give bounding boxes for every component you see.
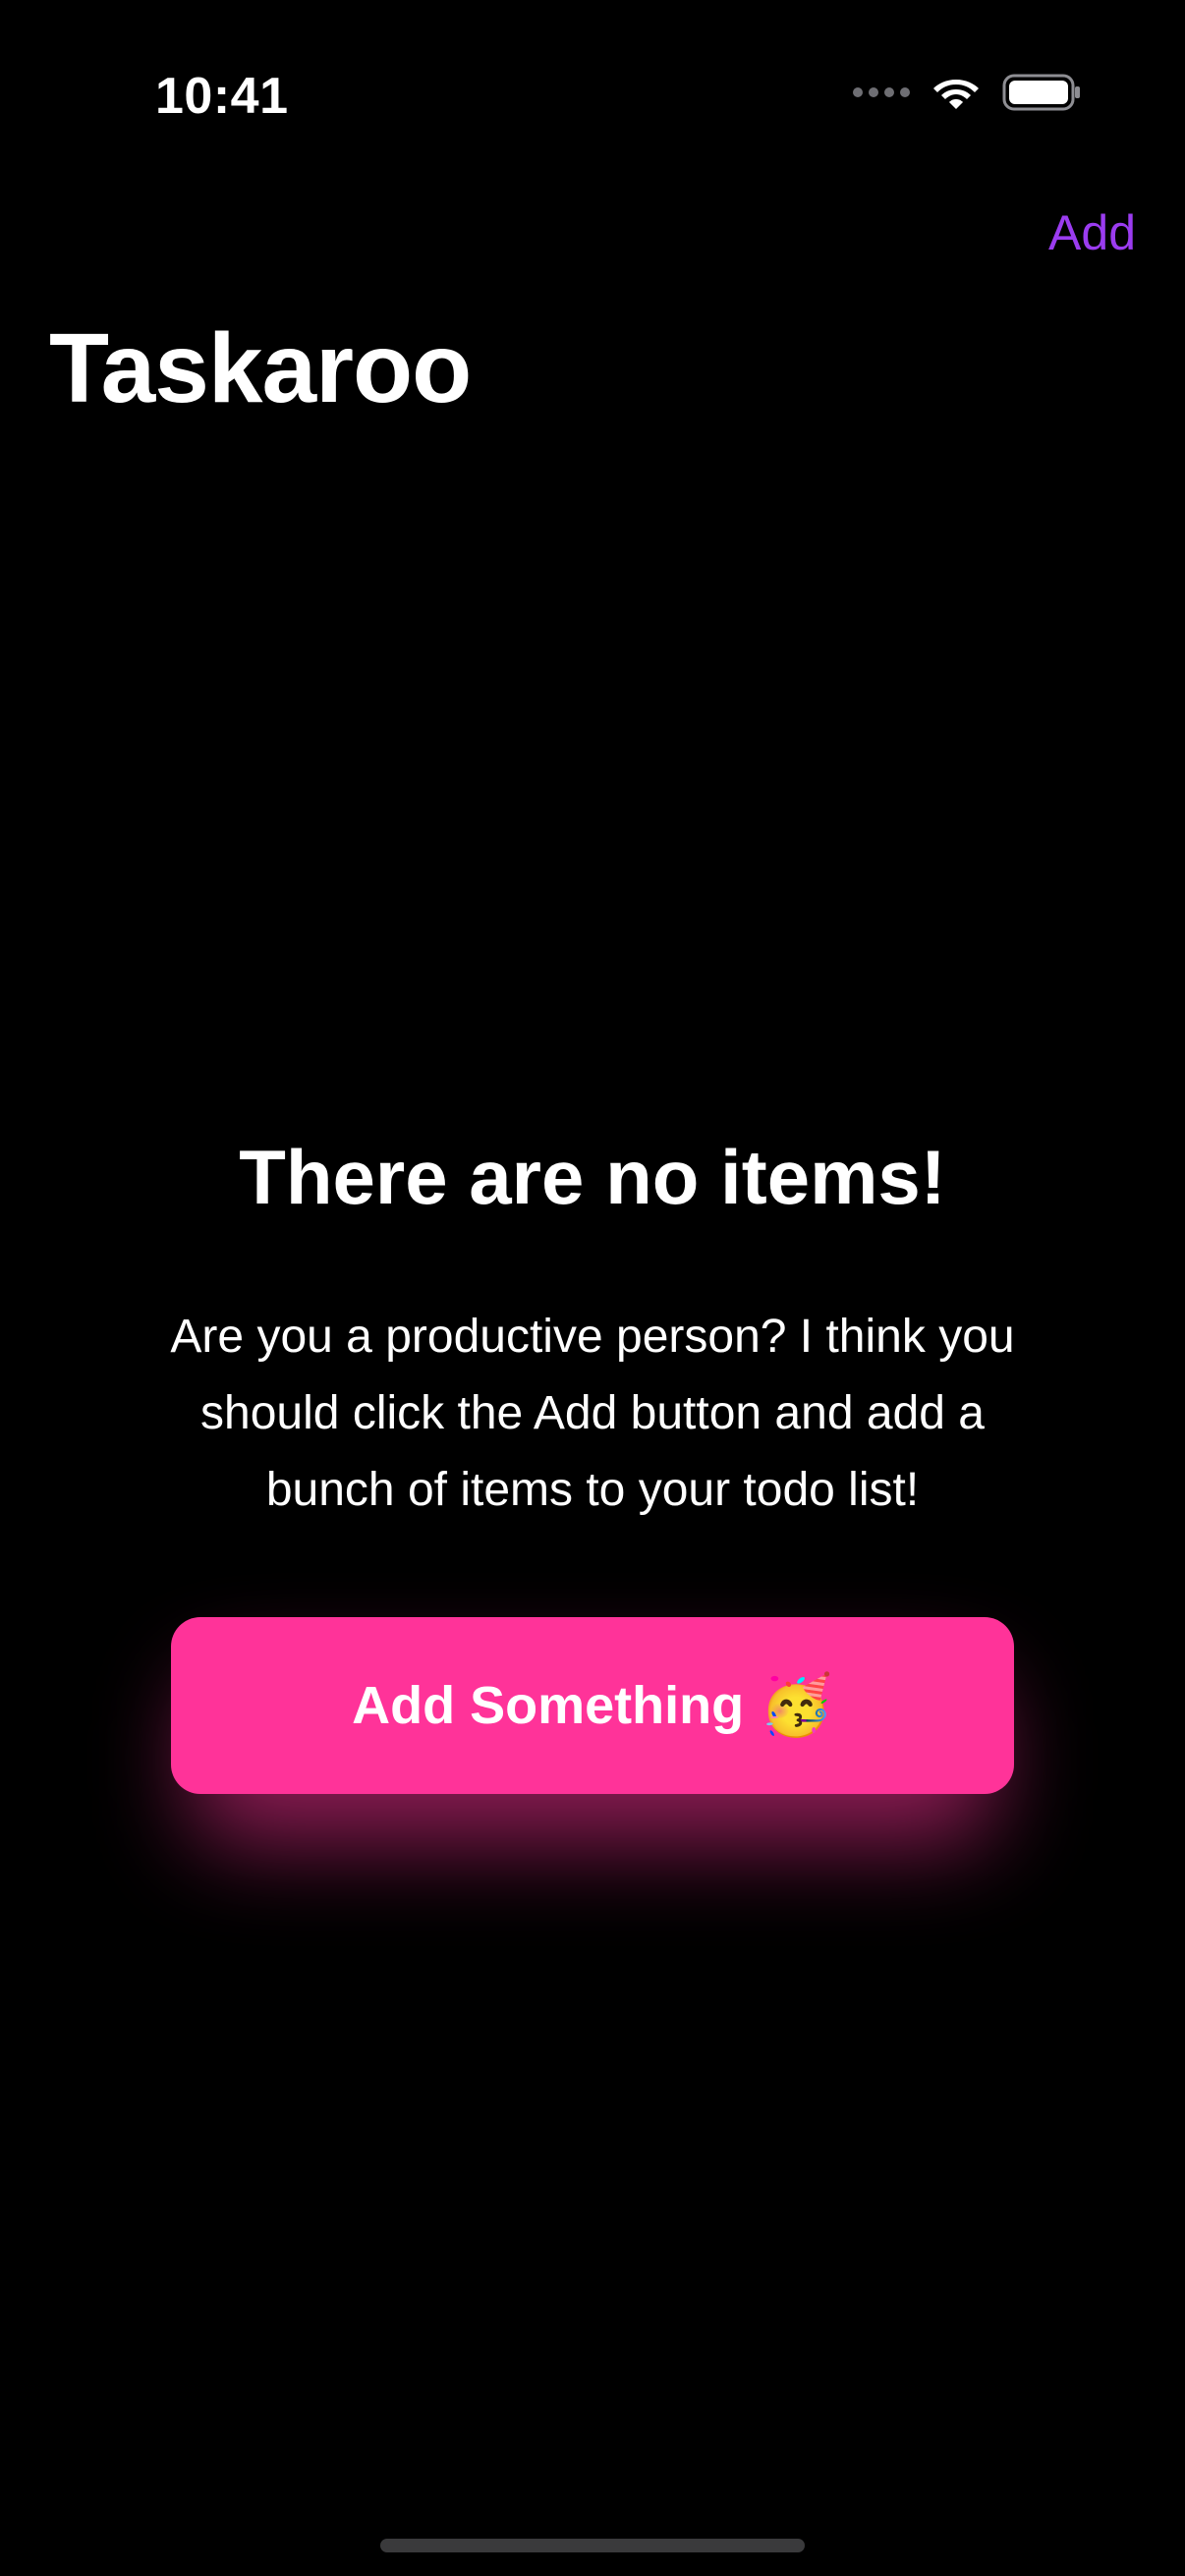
party-face-icon: 🥳: [760, 1672, 833, 1738]
status-indicators: [853, 73, 1081, 112]
empty-state: There are no items! Are you a productive…: [0, 1132, 1185, 1529]
wifi-icon: [931, 74, 981, 111]
add-button[interactable]: Add: [1048, 204, 1136, 261]
empty-state-message: Are you a productive person? I think you…: [170, 1310, 1015, 1516]
page-title: Taskaroo: [49, 313, 472, 423]
status-time: 10:41: [155, 68, 289, 125]
add-something-container: Add Something 🥳: [171, 1617, 1014, 1843]
add-something-button[interactable]: Add Something 🥳: [171, 1617, 1014, 1794]
cellular-signal-icon: [853, 87, 910, 97]
home-indicator[interactable]: [380, 2539, 805, 2552]
battery-icon: [1002, 73, 1081, 112]
status-bar: 10:41: [0, 0, 1185, 187]
empty-state-heading: There are no items!: [239, 1134, 946, 1220]
add-something-label: Add Something: [352, 1676, 745, 1735]
